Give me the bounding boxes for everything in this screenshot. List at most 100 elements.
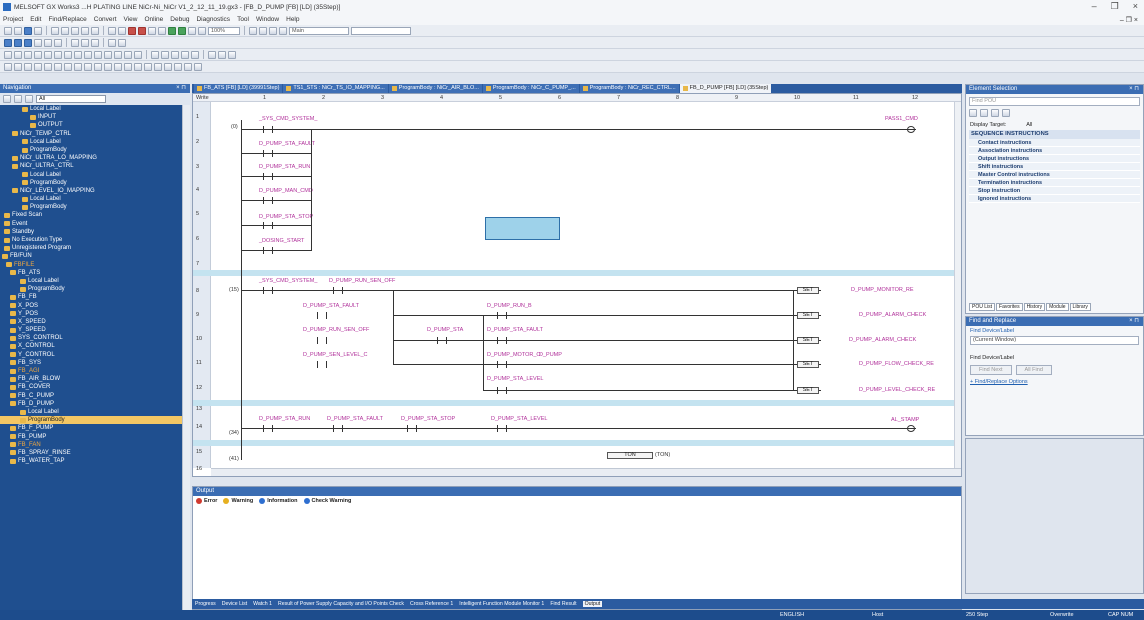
coil-label[interactable]: AL_STAMP [891,417,919,423]
editor-tab[interactable]: FB_ATS [FB] [LD] (39991Step) [194,84,283,93]
set-device-label[interactable]: D_PUMP_MONITOR_RE [851,287,914,293]
search-scope-select[interactable]: (Current Window) [970,336,1139,345]
cut-icon[interactable] [51,26,59,35]
coil-icon[interactable] [44,50,52,59]
coil-label[interactable]: PASS1_CMD [885,116,918,122]
falling-pulse-icon[interactable] [104,50,112,59]
ladder-tool-icon[interactable] [84,62,92,71]
find-icon[interactable] [108,26,116,35]
contact-label[interactable]: D_PUMP_STA_FAULT [487,327,543,333]
normally-open-contact[interactable] [263,287,273,294]
simulation-icon[interactable] [71,38,79,47]
open-contact-icon[interactable] [4,50,12,59]
close-icon[interactable]: × ⊓ [1129,317,1139,326]
normally-open-contact[interactable] [263,197,273,204]
fb-icon[interactable] [14,38,22,47]
tree-item[interactable]: INPUT [0,113,182,121]
tree-item[interactable]: Local Label [0,171,182,179]
find-next-button[interactable]: Find Next [970,365,1012,375]
tree-item[interactable]: Local Label [0,408,182,416]
rebuild-icon[interactable] [178,26,186,35]
set-instruction[interactable]: SET [797,312,819,319]
instruction-category-item[interactable]: Output instructions [969,155,1140,163]
tree-item[interactable]: FB_FB [0,293,182,301]
normally-closed-contact[interactable] [263,173,273,180]
expand-icon[interactable] [969,109,977,117]
display-target-select[interactable]: All [1026,122,1032,128]
contact-label[interactable]: D_PUMP_STA_RUN [259,416,310,422]
element-selection-tab[interactable]: History [1023,303,1046,311]
bottom-tab[interactable]: Result of Power Supply Capacity and I/O … [278,601,404,607]
ladder-tool-icon[interactable] [194,62,202,71]
module-combo[interactable] [351,26,411,35]
output-coil[interactable] [907,126,915,133]
contact-label[interactable]: D_PUMP_SEN_LEVEL_C [303,352,368,358]
normally-closed-contact[interactable] [263,150,273,157]
parallel-open-contact-icon[interactable] [24,50,32,59]
close-button[interactable]: × [1133,1,1138,12]
tree-item[interactable]: X_CONTROL [0,342,182,350]
tree-item[interactable]: FB_FAN [0,441,182,449]
zoom-in-icon[interactable] [188,26,196,35]
ladder-tool-icon[interactable] [164,62,172,71]
navigation-filter-select[interactable]: All [36,95,106,103]
menu-project[interactable]: Project [3,16,23,23]
contact-label[interactable]: D_PUMP_STA_STOP [401,416,455,422]
parallel-closed-contact-icon[interactable] [34,50,42,59]
ladder-tool-icon[interactable] [154,62,162,71]
tree-item[interactable]: Event [0,220,182,228]
tree-item[interactable]: FB/FUN [0,252,182,260]
contact-label[interactable]: D_PUMP_STA_RUN [259,164,310,170]
set-device-label[interactable]: D_PUMP_ALARM_CHECK [849,337,916,343]
bottom-tab[interactable]: Progress [195,601,216,607]
instruction-category-item[interactable]: Stop instruction [969,187,1140,195]
new-project-icon[interactable] [4,26,12,35]
tree-item[interactable]: NiCr_LEVEL_IO_MAPPING [0,187,182,195]
tree-item[interactable]: Unregistered Program [0,244,182,252]
editor-tab[interactable]: TS1_STS : NiCr_TS_IO_MAPPING... [283,84,388,93]
minimize-button[interactable]: – [1092,1,1097,12]
comment-display-icon[interactable] [218,50,226,59]
bottom-tab[interactable]: Device List [222,601,247,607]
cross-ref-icon[interactable] [148,26,156,35]
ladder-tool-icon[interactable] [134,62,142,71]
tree-item[interactable]: No Execution Type [0,236,182,244]
note-icon[interactable] [191,50,199,59]
monitor-stop-icon[interactable] [259,26,267,35]
set-instruction[interactable]: SET [797,287,819,294]
normally-closed-contact[interactable] [317,361,327,368]
normally-open-contact[interactable] [263,425,273,432]
redo-icon[interactable] [91,26,99,35]
view-icon[interactable] [991,109,999,117]
find-mode-dropdown[interactable]: Find Device/Label [966,326,1143,336]
contact-label[interactable]: D_PUMP_MAN_CMD [259,188,313,194]
instruction-category-item[interactable]: Contact instructions [969,139,1140,147]
information-filter[interactable]: Information [259,498,298,504]
tree-item[interactable]: FB_COVER [0,383,182,391]
rising-pulse-icon[interactable] [94,50,102,59]
read-from-plc-icon[interactable] [279,26,287,35]
ladder-tool-icon[interactable] [94,62,102,71]
tree-item[interactable]: FBFILE [0,261,182,269]
tree-item[interactable]: FB_ATS [0,269,182,277]
tree-item[interactable]: FB_D_PUMP [0,400,182,408]
fb-insert-icon[interactable] [161,50,169,59]
menu-convert[interactable]: Convert [94,16,117,23]
copy-icon[interactable] [61,26,69,35]
filter-icon[interactable] [3,95,11,103]
convert-icon[interactable] [108,38,116,47]
set-instruction[interactable]: SET [797,337,819,344]
normally-open-contact[interactable] [497,361,507,368]
contact-label[interactable]: _SYS_CMD_SYSTEM_ [259,278,317,284]
menu-online[interactable]: Online [145,16,164,23]
bottom-tab[interactable]: Output [582,601,603,607]
paste-icon[interactable] [71,26,79,35]
ladder-tool-icon[interactable] [74,62,82,71]
collapse-icon[interactable] [980,109,988,117]
element-selection-tab[interactable]: Module [1046,303,1069,311]
normally-open-contact[interactable] [333,287,343,294]
online-icon[interactable] [81,38,89,47]
label-setting-icon[interactable] [24,38,32,47]
bottom-tab[interactable]: Find Result [550,601,576,607]
ladder-editor[interactable]: Write 1 2 3 4 5 6 7 8 9 10 11 12 1 2 3 4 5 6 7 8 9 10 11 12 13 1… [192,93,962,477]
